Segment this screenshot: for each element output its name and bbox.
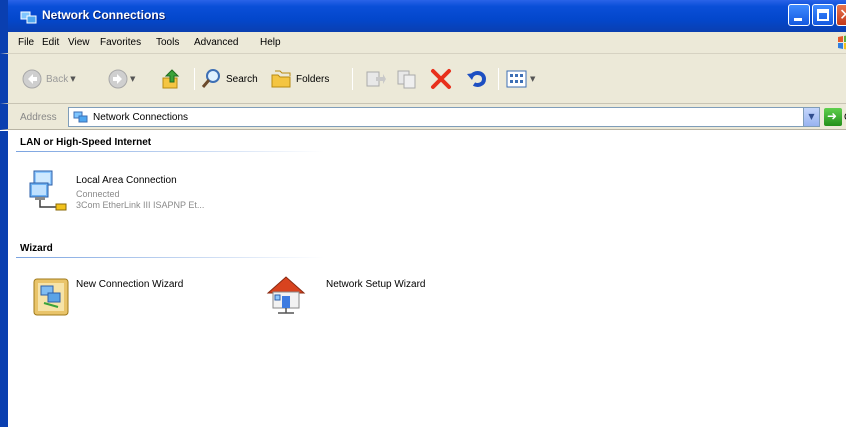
menu-help[interactable]: Help	[260, 37, 281, 48]
menu-advanced[interactable]: Advanced	[194, 37, 238, 48]
move-to-icon	[366, 71, 386, 87]
address-label: Address	[20, 112, 57, 123]
menu-favorites[interactable]: Favorites	[100, 37, 141, 48]
folders-icon	[271, 70, 291, 88]
back-label: Back	[46, 73, 69, 85]
item-name: New Connection Wizard	[76, 279, 184, 290]
back-dropdown-icon[interactable]: ▼	[70, 75, 75, 83]
item-status: Connected	[76, 189, 120, 199]
go-button[interactable]: ➜	[824, 108, 842, 126]
folders-button[interactable]: Folders	[270, 62, 329, 96]
minimize-button[interactable]	[788, 4, 810, 26]
network-connections-icon	[73, 111, 88, 123]
address-bar: Address Network Connections ▼ ➜ Go	[0, 104, 846, 130]
group-header-wizard: Wizard	[20, 243, 53, 254]
lan-connection-icon	[29, 170, 67, 211]
network-setup-wizard-item[interactable]: Network Setup Wizard	[264, 271, 484, 331]
undo-button[interactable]	[466, 62, 488, 96]
up-folder-button[interactable]	[160, 62, 182, 96]
views-grid-icon	[506, 70, 527, 88]
maximize-button[interactable]	[812, 4, 834, 26]
back-button[interactable]: Back ▼	[22, 62, 76, 96]
menu-file[interactable]: File	[18, 37, 34, 48]
menu-edit[interactable]: Edit	[42, 37, 59, 48]
group-divider	[16, 151, 324, 152]
address-value: Network Connections	[93, 112, 189, 123]
search-label: Search	[226, 73, 258, 85]
forward-arrow-icon	[108, 69, 128, 89]
item-name: Network Setup Wizard	[326, 279, 426, 290]
menu-view[interactable]: View	[68, 37, 90, 48]
close-button[interactable]: ✕	[836, 4, 846, 26]
menu-bar: File Edit View Favorites Tools Advanced …	[0, 32, 846, 54]
address-dropdown-icon[interactable]: ▼	[803, 108, 819, 126]
folders-label: Folders	[296, 73, 330, 85]
forward-button[interactable]: ▼	[108, 62, 135, 96]
item-device: 3Com EtherLink III ISAPNP Et...	[76, 200, 205, 210]
search-icon	[201, 69, 220, 88]
delete-button[interactable]	[430, 62, 452, 96]
windows-logo-icon	[838, 35, 846, 50]
window-title: Network Connections	[42, 8, 166, 22]
network-connections-icon	[20, 11, 37, 24]
menu-tools[interactable]: Tools	[156, 37, 179, 48]
back-arrow-icon	[22, 69, 42, 89]
views-dropdown-icon[interactable]: ▼	[530, 75, 535, 83]
delete-x-icon	[431, 69, 451, 89]
local-area-connection-item[interactable]: Local Area Connection Connected 3Com Eth…	[26, 167, 286, 227]
address-input[interactable]: Network Connections ▼	[68, 107, 820, 127]
connections-view: LAN or High-Speed Internet Local Area Co…	[0, 131, 846, 427]
move-to-button[interactable]	[364, 62, 386, 96]
go-arrow-icon: ➜	[827, 109, 838, 123]
group-header-lan: LAN or High-Speed Internet	[20, 137, 152, 148]
up-folder-icon	[162, 69, 180, 89]
network-setup-wizard-icon	[266, 276, 306, 314]
new-connection-wizard-item[interactable]: New Connection Wizard	[30, 273, 230, 329]
copy-to-icon	[397, 70, 416, 89]
forward-dropdown-icon[interactable]: ▼	[130, 75, 135, 83]
title-bar[interactable]: Network Connections ✕	[0, 0, 846, 32]
group-divider	[16, 257, 324, 258]
item-name: Local Area Connection	[76, 175, 177, 186]
new-connection-wizard-icon	[33, 278, 69, 316]
views-button[interactable]: ▼	[506, 62, 535, 96]
toolbar: Back ▼ ▼ Search Folders ▼	[0, 54, 846, 104]
undo-icon	[467, 71, 487, 87]
copy-to-button[interactable]	[396, 62, 418, 96]
search-button[interactable]: Search	[200, 62, 258, 96]
